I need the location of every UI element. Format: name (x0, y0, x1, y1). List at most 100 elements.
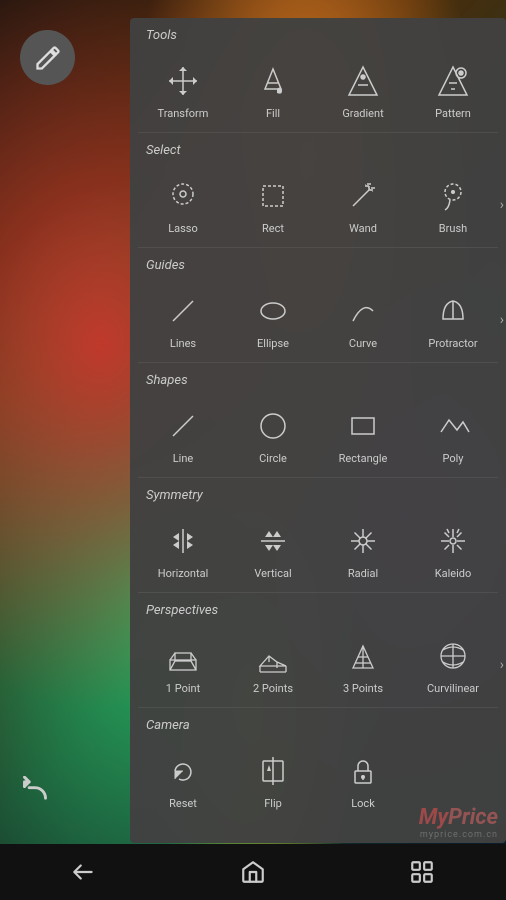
curvilinear-icon (431, 634, 475, 678)
1point-icon (161, 634, 205, 678)
nav-recents-button[interactable] (397, 847, 447, 897)
tool-1point-label: 1 Point (166, 682, 200, 695)
section-header-symmetry: Symmetry (130, 478, 506, 507)
transform-icon (161, 59, 205, 103)
line-icon (161, 404, 205, 448)
tools-grid-guides: Lines Ellipse Curve (130, 277, 506, 362)
rectangle-icon (341, 404, 385, 448)
tool-transform[interactable]: Transform (138, 51, 228, 128)
tool-lock-label: Lock (351, 797, 375, 810)
tools-grid-symmetry: Horizontal Vertical (130, 507, 506, 592)
tool-wand[interactable]: Wand (318, 166, 408, 243)
section-header-select: Select (130, 133, 506, 162)
tool-flip-label: Flip (264, 797, 282, 810)
section-header-guides: Guides (130, 248, 506, 277)
2points-icon (251, 634, 295, 678)
tool-radial[interactable]: Radial (318, 511, 408, 588)
tools-grid-shapes: Line Circle Rectangle (130, 392, 506, 477)
section-header-tools: Tools (130, 18, 506, 47)
tool-curvilinear-label: Curvilinear (427, 682, 479, 695)
tool-horizontal[interactable]: Horizontal (138, 511, 228, 588)
fill-icon (251, 59, 295, 103)
poly-icon (431, 404, 475, 448)
tool-wand-label: Wand (349, 222, 377, 235)
section-header-shapes: Shapes (130, 363, 506, 392)
tool-protractor-label: Protractor (428, 337, 477, 350)
tool-protractor[interactable]: Protractor (408, 281, 498, 358)
gradient-icon (341, 59, 385, 103)
tool-pattern-label: Pattern (435, 107, 471, 120)
tool-fill[interactable]: Fill (228, 51, 318, 128)
tools-grid-main: Transform Fill Gradient (130, 47, 506, 132)
curve-icon (341, 289, 385, 333)
tool-lasso-label: Lasso (168, 222, 198, 235)
watermark: MyPrice myprice.com.cn (419, 805, 498, 840)
tool-gradient-label: Gradient (342, 107, 383, 120)
undo-button[interactable] (15, 770, 55, 810)
tool-poly-label: Poly (442, 452, 463, 465)
tool-kaleido-label: Kaleido (435, 567, 472, 580)
tools-panel: Tools Transform (130, 18, 506, 843)
tool-3points-label: 3 Points (343, 682, 383, 695)
tool-rectangle[interactable]: Rectangle (318, 396, 408, 473)
tool-rect-label: Rect (262, 222, 284, 235)
section-header-perspectives: Perspectives (130, 593, 506, 622)
tool-rectangle-label: Rectangle (339, 452, 388, 465)
tool-2points-label: 2 Points (253, 682, 293, 695)
tool-radial-label: Radial (348, 567, 378, 580)
select-chevron: › (500, 197, 504, 213)
tool-brush-select[interactable]: Brush (408, 166, 498, 243)
tool-lines-label: Lines (170, 337, 196, 350)
tool-gradient[interactable]: Gradient (318, 51, 408, 128)
tool-transform-label: Transform (158, 107, 209, 120)
tool-horizontal-label: Horizontal (158, 567, 209, 580)
tool-curvilinear[interactable]: Curvilinear (408, 626, 498, 703)
lines-icon (161, 289, 205, 333)
tool-flip[interactable]: Flip (228, 741, 318, 818)
tool-poly[interactable]: Poly (408, 396, 498, 473)
tool-circle[interactable]: Circle (228, 396, 318, 473)
tool-3points[interactable]: 3 Points (318, 626, 408, 703)
watermark-brand: MyPrice (419, 805, 498, 830)
reset-icon (161, 749, 205, 793)
ellipse-icon (251, 289, 295, 333)
brush-button[interactable] (20, 30, 75, 85)
tool-vertical[interactable]: Vertical (228, 511, 318, 588)
radial-icon (341, 519, 385, 563)
tool-lasso[interactable]: Lasso (138, 166, 228, 243)
perspectives-chevron: › (500, 657, 504, 673)
tool-vertical-label: Vertical (254, 567, 291, 580)
lock-icon (341, 749, 385, 793)
watermark-url: myprice.com.cn (419, 830, 498, 840)
nav-back-button[interactable] (59, 847, 109, 897)
wand-icon (341, 174, 385, 218)
3points-icon (341, 634, 385, 678)
pattern-icon (431, 59, 475, 103)
guides-chevron: › (500, 312, 504, 328)
brush-select-icon (431, 174, 475, 218)
circle-icon (251, 404, 295, 448)
tool-reset[interactable]: Reset (138, 741, 228, 818)
tool-2points[interactable]: 2 Points (228, 626, 318, 703)
tool-1point[interactable]: 1 Point (138, 626, 228, 703)
tool-kaleido[interactable]: Kaleido (408, 511, 498, 588)
tool-reset-label: Reset (169, 797, 197, 810)
tool-lock[interactable]: Lock (318, 741, 408, 818)
lasso-icon (161, 174, 205, 218)
tool-curve-label: Curve (349, 337, 377, 350)
horizontal-icon (161, 519, 205, 563)
tool-fill-label: Fill (266, 107, 280, 120)
nav-home-button[interactable] (228, 847, 278, 897)
tools-grid-perspectives: 1 Point 2 Points (130, 622, 506, 707)
tool-curve[interactable]: Curve (318, 281, 408, 358)
section-header-camera: Camera (130, 708, 506, 737)
flip-icon (251, 749, 295, 793)
tool-circle-label: Circle (259, 452, 287, 465)
tool-pattern[interactable]: Pattern (408, 51, 498, 128)
tool-rect[interactable]: Rect (228, 166, 318, 243)
tool-lines[interactable]: Lines (138, 281, 228, 358)
tool-ellipse-label: Ellipse (257, 337, 289, 350)
tool-line[interactable]: Line (138, 396, 228, 473)
tool-brush-select-label: Brush (439, 222, 467, 235)
tool-ellipse[interactable]: Ellipse (228, 281, 318, 358)
